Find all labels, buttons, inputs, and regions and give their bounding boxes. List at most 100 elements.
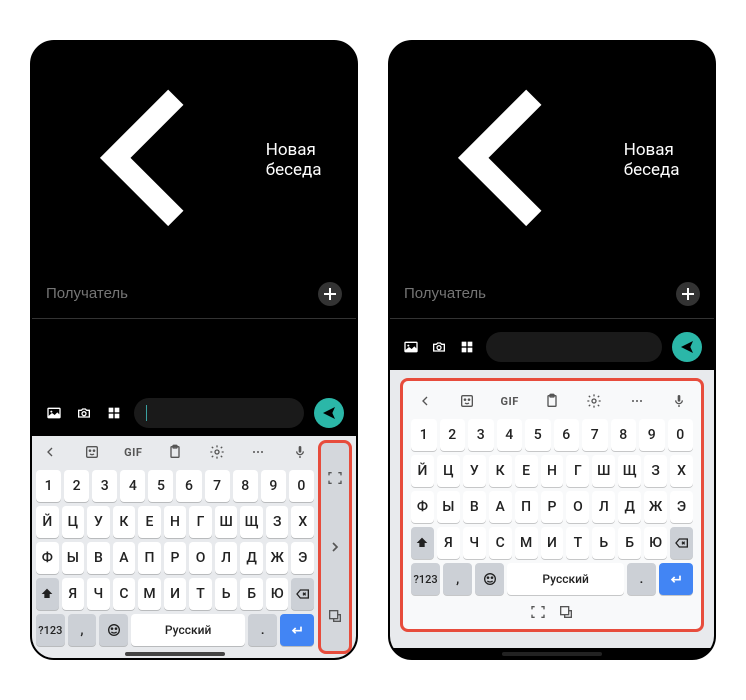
key-6[interactable]: 6 xyxy=(176,470,201,502)
period-key[interactable]: . xyxy=(627,563,656,595)
message-input[interactable] xyxy=(486,332,662,362)
key-5[interactable]: 5 xyxy=(148,470,173,502)
key-К[interactable]: К xyxy=(113,506,136,538)
key-Й[interactable]: Й xyxy=(36,506,59,538)
camera-icon[interactable] xyxy=(430,338,448,356)
space-key[interactable]: Русский xyxy=(131,614,246,646)
send-button[interactable] xyxy=(314,398,344,428)
key-Ф[interactable]: Ф xyxy=(36,542,59,574)
clipboard-icon[interactable] xyxy=(163,440,187,464)
key-С[interactable]: С xyxy=(489,527,512,559)
enter-key[interactable] xyxy=(659,563,693,595)
key-О[interactable]: О xyxy=(189,542,212,574)
key-3[interactable]: 3 xyxy=(92,470,117,502)
period-key[interactable]: . xyxy=(248,614,277,646)
mic-icon[interactable] xyxy=(288,440,312,464)
key-Э[interactable]: Э xyxy=(670,491,693,523)
apps-icon[interactable] xyxy=(104,403,124,423)
key-Ш[interactable]: Ш xyxy=(215,506,238,538)
key-Ц[interactable]: Ц xyxy=(62,506,85,538)
symbols-key[interactable]: ?123 xyxy=(411,563,440,595)
back-icon[interactable] xyxy=(46,54,254,266)
key-Н[interactable]: Н xyxy=(541,455,564,487)
key-Б[interactable]: Б xyxy=(618,527,641,559)
key-Ь[interactable]: Ь xyxy=(592,527,615,559)
key-2[interactable]: 2 xyxy=(64,470,89,502)
gallery-icon[interactable] xyxy=(402,338,420,356)
key-П[interactable]: П xyxy=(138,542,161,574)
key-Ж[interactable]: Ж xyxy=(266,542,289,574)
key-6[interactable]: 6 xyxy=(554,419,580,451)
emoji-key[interactable] xyxy=(475,563,504,595)
key-Ы[interactable]: Ы xyxy=(437,491,460,523)
key-П[interactable]: П xyxy=(515,491,538,523)
key-Ж[interactable]: Ж xyxy=(644,491,667,523)
move-right-icon[interactable] xyxy=(321,527,349,567)
key-1[interactable]: 1 xyxy=(411,419,437,451)
apps-icon[interactable] xyxy=(458,338,476,356)
key-К[interactable]: К xyxy=(489,455,512,487)
key-Я[interactable]: Я xyxy=(62,578,85,610)
key-4[interactable]: 4 xyxy=(120,470,145,502)
key-Т[interactable]: Т xyxy=(566,527,589,559)
key-Е[interactable]: Е xyxy=(138,506,161,538)
key-7[interactable]: 7 xyxy=(205,470,230,502)
key-Т[interactable]: Т xyxy=(189,578,212,610)
add-recipient-button[interactable] xyxy=(318,282,342,306)
recipient-input[interactable] xyxy=(404,285,676,302)
key-В[interactable]: В xyxy=(87,542,110,574)
float-icon[interactable] xyxy=(321,596,349,636)
camera-icon[interactable] xyxy=(74,403,94,423)
comma-key[interactable]: , xyxy=(443,563,472,595)
back-icon[interactable] xyxy=(404,54,612,266)
key-И[interactable]: И xyxy=(541,527,564,559)
gif-button[interactable]: GIF xyxy=(121,440,145,464)
key-8[interactable]: 8 xyxy=(233,470,258,502)
key-Щ[interactable]: Щ xyxy=(618,455,641,487)
key-У[interactable]: У xyxy=(87,506,110,538)
key-Г[interactable]: Г xyxy=(189,506,212,538)
key-1[interactable]: 1 xyxy=(36,470,61,502)
key-9[interactable]: 9 xyxy=(261,470,286,502)
backspace-key[interactable] xyxy=(291,578,314,610)
sticker-icon[interactable] xyxy=(80,440,104,464)
key-Л[interactable]: Л xyxy=(215,542,238,574)
key-З[interactable]: З xyxy=(266,506,289,538)
key-8[interactable]: 8 xyxy=(611,419,637,451)
key-Э[interactable]: Э xyxy=(291,542,314,574)
mic-icon[interactable] xyxy=(667,389,691,413)
key-Ю[interactable]: Ю xyxy=(266,578,289,610)
key-О[interactable]: О xyxy=(566,491,589,523)
key-А[interactable]: А xyxy=(489,491,512,523)
key-3[interactable]: 3 xyxy=(468,419,494,451)
key-Ч[interactable]: Ч xyxy=(87,578,110,610)
more-icon[interactable] xyxy=(246,440,270,464)
key-Ы[interactable]: Ы xyxy=(62,542,85,574)
collapse-icon[interactable] xyxy=(413,389,437,413)
key-Ф[interactable]: Ф xyxy=(411,491,434,523)
key-В[interactable]: В xyxy=(463,491,486,523)
clipboard-icon[interactable] xyxy=(540,389,564,413)
key-Н[interactable]: Н xyxy=(164,506,187,538)
key-Р[interactable]: Р xyxy=(541,491,564,523)
key-Г[interactable]: Г xyxy=(566,455,589,487)
add-recipient-button[interactable] xyxy=(676,282,700,306)
recipient-input[interactable] xyxy=(46,285,318,302)
key-Р[interactable]: Р xyxy=(164,542,187,574)
key-Л[interactable]: Л xyxy=(592,491,615,523)
key-Б[interactable]: Б xyxy=(240,578,263,610)
key-Й[interactable]: Й xyxy=(411,455,434,487)
key-М[interactable]: М xyxy=(515,527,538,559)
key-З[interactable]: З xyxy=(644,455,667,487)
key-Е[interactable]: Е xyxy=(515,455,538,487)
key-И[interactable]: И xyxy=(164,578,187,610)
key-0[interactable]: 0 xyxy=(289,470,314,502)
space-key[interactable]: Русский xyxy=(507,563,624,595)
gallery-icon[interactable] xyxy=(44,403,64,423)
key-5[interactable]: 5 xyxy=(525,419,551,451)
key-Я[interactable]: Я xyxy=(437,527,460,559)
shift-key[interactable] xyxy=(36,578,59,610)
key-Х[interactable]: Х xyxy=(291,506,314,538)
key-Щ[interactable]: Щ xyxy=(240,506,263,538)
shift-key[interactable] xyxy=(411,527,434,559)
